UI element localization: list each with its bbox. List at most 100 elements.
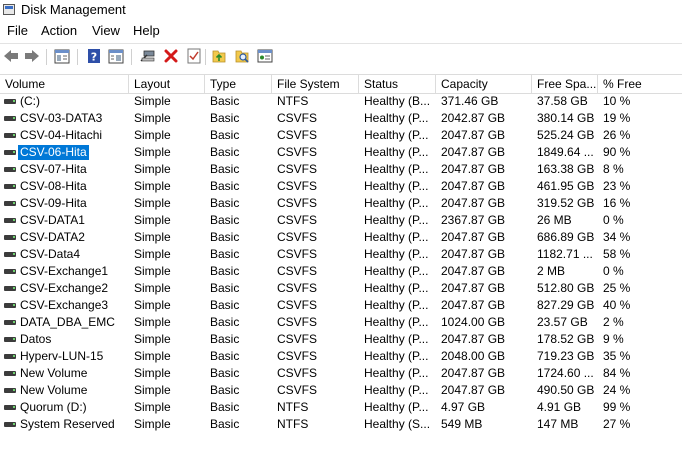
volume-name[interactable]: CSV-04-Hitachi: [18, 127, 104, 144]
rescan-icon[interactable]: [256, 47, 274, 65]
export-icon[interactable]: [210, 47, 228, 65]
table-row[interactable]: CSV-DATA2 Simple Basic CSVFS Healthy (P... 20…: [0, 229, 682, 246]
table-row[interactable]: New Volume Simple Basic CSVFS Healthy (P... 2…: [0, 382, 682, 399]
table-row[interactable]: Quorum (D:) Simple Basic NTFS Healthy (P... 4…: [0, 399, 682, 416]
file-system-cell: CSVFS: [277, 349, 318, 363]
menu-help[interactable]: Help: [133, 23, 160, 38]
volume-name[interactable]: CSV-DATA1: [18, 212, 87, 229]
table-row[interactable]: Datos Simple Basic CSVFS Healthy (P... 2047.8…: [0, 331, 682, 348]
volume-name[interactable]: CSV-Exchange1: [18, 263, 110, 280]
table-row[interactable]: CSV-09-Hita Simple Basic CSVFS Healthy (P...…: [0, 195, 682, 212]
volume-cell[interactable]: CSV-06-Hita: [0, 144, 129, 161]
delete-icon[interactable]: [162, 47, 180, 65]
volume-name[interactable]: Hyperv-LUN-15: [18, 348, 105, 365]
volume-cell[interactable]: DATA_DBA_EMC: [0, 314, 129, 331]
volume-name[interactable]: CSV-Data4: [18, 246, 82, 263]
column-header-percent-free[interactable]: % Free: [598, 75, 682, 93]
status-cell: Healthy (P...: [364, 111, 429, 125]
volume-cell[interactable]: CSV-Exchange1: [0, 263, 129, 280]
volume-name[interactable]: CSV-08-Hita: [18, 178, 89, 195]
table-row[interactable]: CSV-04-Hitachi Simple Basic CSVFS Healthy (P…: [0, 127, 682, 144]
table-row[interactable]: CSV-Exchange1 Simple Basic CSVFS Healthy (P.…: [0, 263, 682, 280]
column-header-free-space[interactable]: Free Spa...: [532, 75, 598, 93]
table-row[interactable]: CSV-03-DATA3 Simple Basic CSVFS Healthy (P..…: [0, 110, 682, 127]
table-row[interactable]: CSV-Exchange3 Simple Basic CSVFS Healthy (P.…: [0, 297, 682, 314]
column-header-layout[interactable]: Layout: [129, 75, 205, 93]
search-icon[interactable]: [233, 47, 251, 65]
volume-name[interactable]: CSV-DATA2: [18, 229, 87, 246]
volume-name[interactable]: New Volume: [18, 365, 89, 382]
percent-free-cell: 16 %: [603, 196, 631, 210]
volume-name[interactable]: System Reserved: [18, 416, 117, 433]
column-header-capacity[interactable]: Capacity: [436, 75, 532, 93]
volume-cell[interactable]: CSV-Exchange2: [0, 280, 129, 297]
layout-cell: Simple: [134, 213, 171, 227]
column-header-file-system[interactable]: File System: [272, 75, 359, 93]
volume-name[interactable]: New Volume: [18, 382, 89, 399]
table-row[interactable]: (C:) Simple Basic NTFS Healthy (B... 371.46 G…: [0, 93, 682, 110]
volume-cell[interactable]: CSV-DATA2: [0, 229, 129, 246]
percent-free-cell: 26 %: [603, 128, 631, 142]
status-cell: Healthy (S...: [364, 417, 431, 431]
volume-name[interactable]: DATA_DBA_EMC: [18, 314, 117, 331]
column-header-status[interactable]: Status: [359, 75, 436, 93]
menu-action[interactable]: Action: [41, 23, 77, 38]
table-row[interactable]: New Volume Simple Basic CSVFS Healthy (P... 2…: [0, 365, 682, 382]
menu-file[interactable]: File: [7, 23, 28, 38]
volume-cell[interactable]: CSV-03-DATA3: [0, 110, 129, 127]
volume-cell[interactable]: CSV-DATA1: [0, 212, 129, 229]
status-cell: Healthy (P...: [364, 247, 429, 261]
column-header-volume[interactable]: Volume: [0, 75, 129, 93]
volume-cell[interactable]: CSV-Exchange3: [0, 297, 129, 314]
volume-name[interactable]: Datos: [18, 331, 53, 348]
table-row[interactable]: Hyperv-LUN-15 Simple Basic CSVFS Healthy (P.…: [0, 348, 682, 365]
file-system-cell: CSVFS: [277, 230, 318, 244]
volume-cell[interactable]: CSV-Data4: [0, 246, 129, 263]
table-row[interactable]: CSV-06-Hita Simple Basic CSVFS Healthy (P...…: [0, 144, 682, 161]
volume-name[interactable]: CSV-Exchange3: [18, 297, 110, 314]
capacity-cell: 2047.87 GB: [441, 264, 506, 278]
volume-name[interactable]: (C:): [18, 93, 42, 110]
type-cell: Basic: [210, 264, 240, 278]
column-header-type[interactable]: Type: [205, 75, 272, 93]
volume-cell[interactable]: CSV-04-Hitachi: [0, 127, 129, 144]
volume-name[interactable]: CSV-03-DATA3: [18, 110, 104, 127]
volume-cell[interactable]: (C:): [0, 93, 129, 110]
volume-drive-icon: [4, 235, 16, 240]
table-row[interactable]: DATA_DBA_EMC Simple Basic CSVFS Healthy (P..…: [0, 314, 682, 331]
volume-cell[interactable]: New Volume: [0, 365, 129, 382]
volume-cell[interactable]: Quorum (D:): [0, 399, 129, 416]
forward-arrow-icon[interactable]: [23, 47, 41, 65]
table-row[interactable]: CSV-07-Hita Simple Basic CSVFS Healthy (P...…: [0, 161, 682, 178]
table-row[interactable]: CSV-08-Hita Simple Basic CSVFS Healthy (P...…: [0, 178, 682, 195]
volume-name[interactable]: Quorum (D:): [18, 399, 89, 416]
console-tree-icon[interactable]: [53, 47, 71, 65]
status-cell: Healthy (P...: [364, 264, 429, 278]
capacity-cell: 4.97 GB: [441, 400, 486, 414]
layout-cell: Simple: [134, 179, 171, 193]
connect-disk-icon[interactable]: [139, 47, 157, 65]
volume-cell[interactable]: CSV-09-Hita: [0, 195, 129, 212]
table-row[interactable]: System Reserved Simple Basic NTFS Healthy (S…: [0, 416, 682, 433]
volume-name[interactable]: CSV-Exchange2: [18, 280, 110, 297]
volume-name[interactable]: CSV-07-Hita: [18, 161, 89, 178]
back-arrow-icon[interactable]: [2, 47, 20, 65]
table-row[interactable]: CSV-Exchange2 Simple Basic CSVFS Healthy (P.…: [0, 280, 682, 297]
volume-name[interactable]: CSV-09-Hita: [18, 195, 89, 212]
check-icon[interactable]: [185, 47, 203, 65]
volume-cell[interactable]: Hyperv-LUN-15: [0, 348, 129, 365]
table-row[interactable]: CSV-DATA1 Simple Basic CSVFS Healthy (P... 23…: [0, 212, 682, 229]
file-system-cell: CSVFS: [277, 366, 318, 380]
volume-cell[interactable]: CSV-08-Hita: [0, 178, 129, 195]
percent-free-cell: 27 %: [603, 417, 631, 431]
help-icon[interactable]: ?: [85, 47, 103, 65]
properties-icon[interactable]: [107, 47, 125, 65]
layout-cell: Simple: [134, 94, 171, 108]
volume-cell[interactable]: CSV-07-Hita: [0, 161, 129, 178]
volume-cell[interactable]: System Reserved: [0, 416, 129, 433]
menu-view[interactable]: View: [92, 23, 120, 38]
volume-cell[interactable]: Datos: [0, 331, 129, 348]
table-row[interactable]: CSV-Data4 Simple Basic CSVFS Healthy (P... 20…: [0, 246, 682, 263]
volume-name[interactable]: CSV-06-Hita: [18, 145, 89, 160]
volume-cell[interactable]: New Volume: [0, 382, 129, 399]
